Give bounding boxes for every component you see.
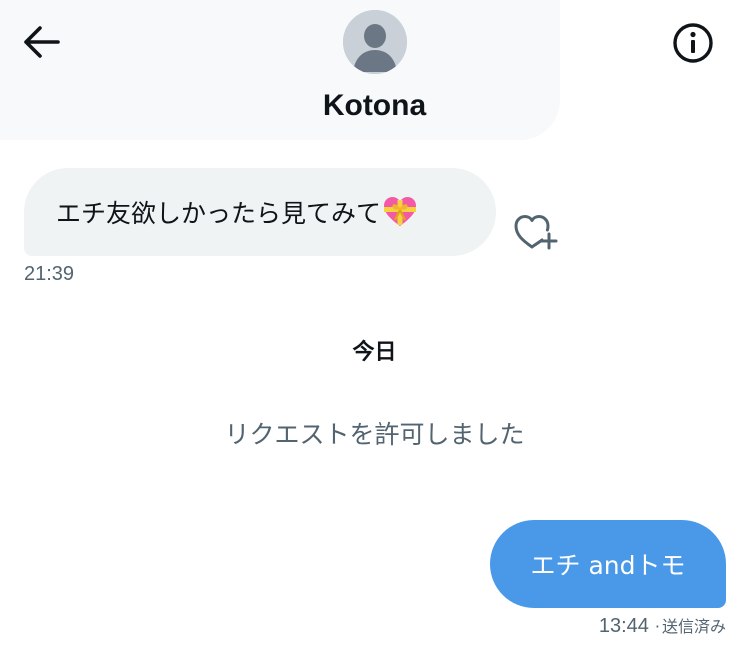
outgoing-message-bubble[interactable]: エチ andトモ (490, 520, 726, 608)
react-heart-button[interactable] (512, 210, 560, 252)
incoming-message-time: 21:39 (24, 263, 75, 285)
conversation-info-button[interactable] (670, 20, 716, 66)
delivery-status: 送信済み (661, 617, 726, 636)
arrow-left-icon (24, 26, 60, 58)
incoming-message-text: エチ友欲しかったら見てみて (56, 194, 417, 230)
back-button[interactable] (18, 22, 62, 62)
outgoing-message-meta: 13:44 · 送信済み (480, 614, 726, 639)
info-circle-icon (673, 23, 713, 63)
meta-separator: · (654, 617, 660, 636)
dm-conversation-screen: Kotona エチ友欲しかったら見てみて 21:39 今日 リクエストを許可しま… (0, 0, 749, 658)
heart-with-ribbon-icon (384, 197, 417, 226)
outgoing-message-time: 13:44 (598, 615, 649, 637)
incoming-message-bubble[interactable]: エチ友欲しかったら見てみて (24, 168, 496, 256)
contact-name[interactable]: Kotona (0, 84, 749, 128)
heart-plus-icon (514, 215, 558, 250)
contact-avatar[interactable] (343, 10, 407, 74)
request-accepted-notice: リクエストを許可しました (224, 420, 525, 449)
day-separator: 今日 (352, 340, 397, 365)
outgoing-message-text: エチ andトモ (530, 551, 686, 580)
default-avatar-icon (343, 10, 407, 74)
